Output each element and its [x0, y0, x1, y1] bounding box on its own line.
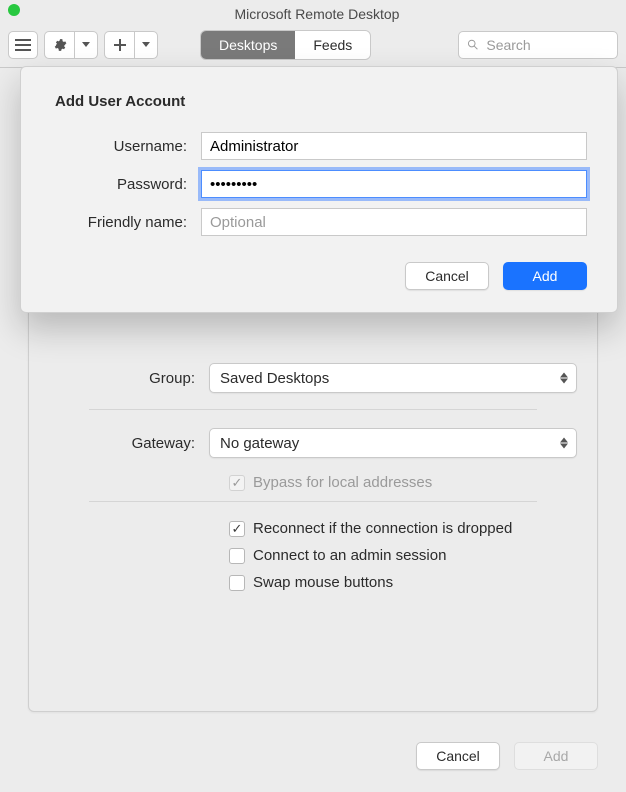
friendly-name-label: Friendly name:: [51, 214, 201, 231]
search-icon: [467, 38, 478, 51]
zoom-traffic-light-icon[interactable]: [8, 4, 20, 16]
edit-add-button: Add: [514, 742, 598, 770]
swap-label: Swap mouse buttons: [253, 574, 393, 591]
password-input[interactable]: [201, 170, 587, 198]
swap-checkbox-row[interactable]: Swap mouse buttons: [49, 574, 577, 591]
modal-actions: Cancel Add: [51, 262, 587, 290]
modal-title: Add User Account: [55, 93, 587, 110]
friendly-name-input[interactable]: [201, 208, 587, 236]
group-value: Saved Desktops: [220, 370, 329, 387]
gateway-label: Gateway:: [49, 435, 209, 452]
gateway-value: No gateway: [220, 435, 299, 452]
add-user-account-sheet: Add User Account Username: Password: Fri…: [20, 66, 618, 313]
plus-icon: [114, 39, 126, 51]
tab-feeds[interactable]: Feeds: [295, 31, 370, 59]
search-field[interactable]: [458, 31, 618, 59]
chevron-down-icon: [82, 42, 90, 48]
bypass-label: Bypass for local addresses: [253, 474, 432, 491]
group-popup[interactable]: Saved Desktops: [209, 363, 577, 393]
window-title: Microsoft Remote Desktop: [8, 6, 626, 22]
chevron-down-icon: [142, 42, 150, 48]
divider: [89, 409, 537, 410]
gear-icon: [53, 38, 67, 52]
bypass-checkbox: [229, 475, 245, 491]
admin-checkbox[interactable]: [229, 548, 245, 564]
admin-label: Connect to an admin session: [253, 547, 446, 564]
add-button[interactable]: [104, 31, 134, 59]
reconnect-label: Reconnect if the connection is dropped: [253, 520, 512, 537]
reconnect-checkbox-row[interactable]: Reconnect if the connection is dropped: [49, 520, 577, 537]
add-dropdown-button[interactable]: [134, 31, 158, 59]
modal-cancel-button[interactable]: Cancel: [405, 262, 489, 290]
add-split-button[interactable]: [104, 31, 158, 59]
group-label: Group:: [49, 370, 209, 387]
settings-dropdown-button[interactable]: [74, 31, 98, 59]
list-view-button[interactable]: [8, 31, 38, 59]
modal-add-button[interactable]: Add: [503, 262, 587, 290]
gateway-popup[interactable]: No gateway: [209, 428, 577, 458]
list-icon: [15, 39, 31, 51]
edit-desktop-actions: Cancel Add: [416, 742, 598, 770]
edit-cancel-button[interactable]: Cancel: [416, 742, 500, 770]
swap-checkbox[interactable]: [229, 575, 245, 591]
updown-icon: [560, 438, 568, 449]
username-label: Username:: [51, 138, 201, 155]
reconnect-checkbox[interactable]: [229, 521, 245, 537]
bypass-checkbox-row: Bypass for local addresses: [49, 474, 577, 491]
title-bar: Microsoft Remote Desktop: [0, 0, 626, 22]
tab-desktops[interactable]: Desktops: [201, 31, 295, 59]
admin-checkbox-row[interactable]: Connect to an admin session: [49, 547, 577, 564]
search-input[interactable]: [484, 36, 609, 54]
gear-split-button[interactable]: [44, 31, 98, 59]
updown-icon: [560, 373, 568, 384]
password-label: Password:: [51, 176, 201, 193]
view-segmented-control[interactable]: Desktops Feeds: [200, 30, 371, 60]
settings-gear-button[interactable]: [44, 31, 74, 59]
username-input[interactable]: [201, 132, 587, 160]
toolbar: Desktops Feeds: [0, 22, 626, 68]
divider: [89, 501, 537, 502]
